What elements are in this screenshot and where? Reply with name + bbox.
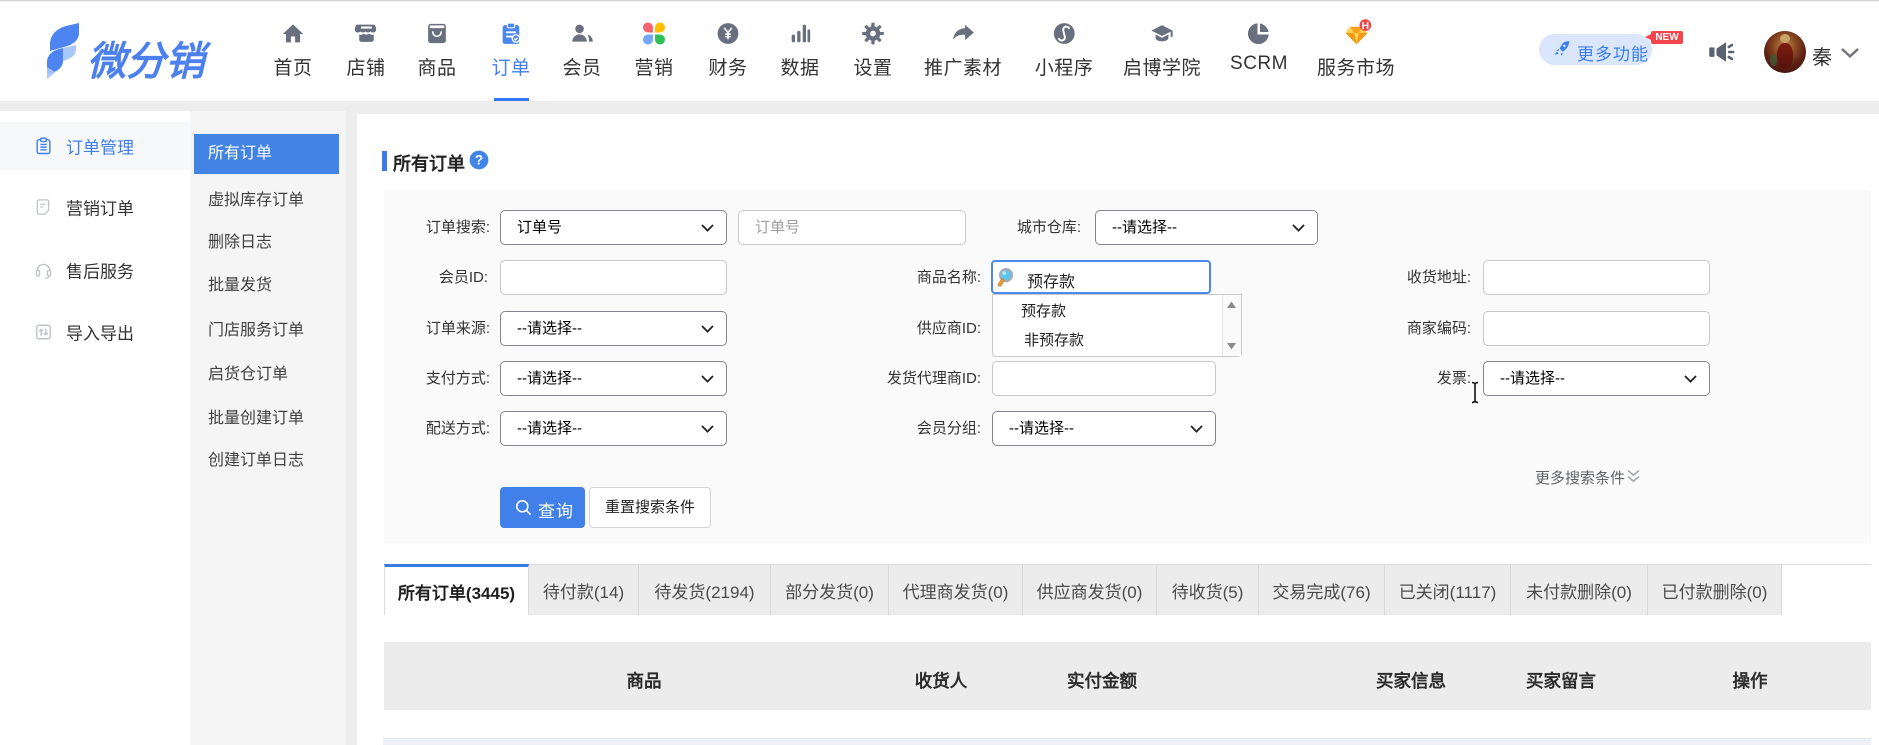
svg-text:H: H [1361, 21, 1368, 32]
svg-text:?: ? [475, 153, 483, 168]
